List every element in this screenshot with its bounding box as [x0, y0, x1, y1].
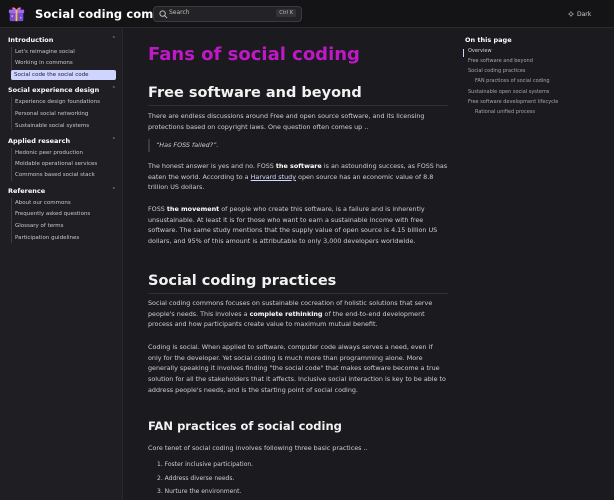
paragraph-social-coding-commons: Social coding commons focuses on sustain…	[148, 298, 448, 330]
toc-link-free-software-development-lifecycle[interactable]: Free software development lifecycle	[468, 99, 558, 105]
heading-free-software-and-beyond: Free software and beyond	[148, 85, 362, 101]
toc-link-social-coding-practices[interactable]: Social coding practices	[468, 68, 526, 74]
sidebar-item-social-code-the-social-code[interactable]: Social code the social code	[11, 70, 116, 80]
sidebar-item-sustainable-social-systems[interactable]: Sustainable social systems	[12, 121, 116, 131]
sidebar-section-title: Reference	[8, 187, 46, 195]
search-box[interactable]: Search Ctrl K	[153, 6, 302, 22]
theme-toggle-button[interactable]: Dark	[568, 6, 591, 22]
sidebar-item-about-our-commons[interactable]: About our commons	[12, 198, 116, 208]
toc-link-sustainable-open-social-systems[interactable]: Sustainable open social systems	[468, 89, 549, 95]
paragraph-intro: There are endless discussions around Fre…	[148, 112, 425, 131]
top-header: Social coding commons Search Ctrl K Dark	[0, 0, 614, 28]
paragraph-honest-answer: The honest answer is yes and no. FOSS th…	[148, 161, 448, 193]
sidebar-item-lets-reimagine-social[interactable]: Let's reimagine social	[12, 47, 116, 57]
list-item: 1. Foster inclusive participation.	[157, 461, 254, 468]
heading-divider	[148, 293, 448, 294]
search-icon	[159, 10, 168, 19]
main-content: Fans of social coding Free software and …	[123, 28, 458, 500]
bold-text: the software	[275, 162, 322, 170]
practices-list: 1. Foster inclusive participation. 2. Ad…	[157, 458, 253, 499]
on-this-page-toc: On this page Overview Free software and …	[458, 28, 614, 500]
sidebar-nav: Introduction ⌃ Let's reimagine social Wo…	[0, 28, 123, 500]
sidebar-item-moldable-operational-services[interactable]: Moldable operational services	[12, 159, 116, 169]
chevron-up-icon[interactable]: ⌃	[112, 86, 116, 92]
sidebar-section-title: Applied research	[8, 137, 71, 145]
paragraph-coding-is-social: Coding is social. When applied to softwa…	[148, 343, 446, 394]
theme-label: Dark	[577, 10, 592, 18]
heading-fan-practices: FAN practices of social coding	[148, 419, 342, 433]
heading-divider	[148, 105, 448, 106]
sidebar-item-personal-social-networking[interactable]: Personal social networking	[12, 109, 116, 119]
sidebar-section-applied-research[interactable]: Applied research ⌃	[8, 137, 116, 145]
bold-text: complete rethinking	[249, 309, 323, 318]
search-shortcut-badge: Ctrl K	[276, 9, 296, 17]
toc-active-indicator	[463, 49, 464, 57]
bold-text: the movement	[166, 205, 220, 213]
heading-social-coding-practices: Social coding practices	[148, 273, 337, 289]
blockquote: “Has FOSS failed?”.	[148, 139, 448, 152]
sidebar-section-introduction[interactable]: Introduction ⌃	[8, 36, 116, 44]
sidebar-section-reference[interactable]: Reference ⌃	[8, 187, 116, 195]
chevron-up-icon[interactable]: ⌃	[112, 36, 116, 42]
chevron-up-icon[interactable]: ⌃	[112, 187, 116, 193]
sidebar-item-hedonic-peer-production[interactable]: Hedonic peer production	[12, 148, 116, 158]
sidebar-item-glossary-of-terms[interactable]: Glossary of terms	[12, 221, 116, 231]
page-title: Fans of social coding	[148, 44, 360, 65]
harvard-study-link[interactable]: Harvard study	[251, 173, 296, 181]
sidebar-item-working-in-commons[interactable]: Working in commons	[12, 58, 116, 68]
paragraph-foss-movement: FOSS the movement of people who create t…	[148, 204, 448, 247]
toc-title: On this page	[465, 36, 512, 44]
toc-link-fan-practices[interactable]: FAN practices of social coding	[475, 78, 550, 84]
toc-link-free-software-and-beyond[interactable]: Free software and beyond	[468, 58, 533, 64]
paragraph-core-tenet: Core tenet of social coding involves fol…	[148, 444, 368, 452]
list-item: 2. Address diverse needs.	[157, 474, 235, 482]
sidebar-item-commons-based-social-stack[interactable]: Commons based social stack	[12, 170, 116, 180]
text-span: FOSS	[148, 205, 167, 213]
sidebar-section-social-experience-design[interactable]: Social experience design ⌃	[8, 86, 116, 94]
toc-link-overview[interactable]: Overview	[468, 48, 492, 54]
text-span: The honest answer is yes and no. FOSS	[148, 162, 276, 170]
search-placeholder: Search	[169, 9, 190, 16]
toc-link-rational-unified-process[interactable]: Rational unified process	[475, 109, 535, 115]
gift-logo-icon[interactable]	[8, 5, 25, 22]
sidebar-section-title: Social experience design	[8, 86, 100, 94]
sidebar-item-experience-design-foundations[interactable]: Experience design foundations	[12, 97, 116, 107]
sidebar-item-participation-guidelines[interactable]: Participation guidelines	[12, 233, 116, 243]
sun-icon	[568, 11, 574, 17]
sidebar-section-title: Introduction	[8, 36, 54, 44]
chevron-up-icon[interactable]: ⌃	[112, 137, 116, 143]
sidebar-item-frequently-asked-questions[interactable]: Frequently asked questions	[12, 209, 116, 219]
list-item: 3. Nurture the environment.	[157, 488, 242, 495]
